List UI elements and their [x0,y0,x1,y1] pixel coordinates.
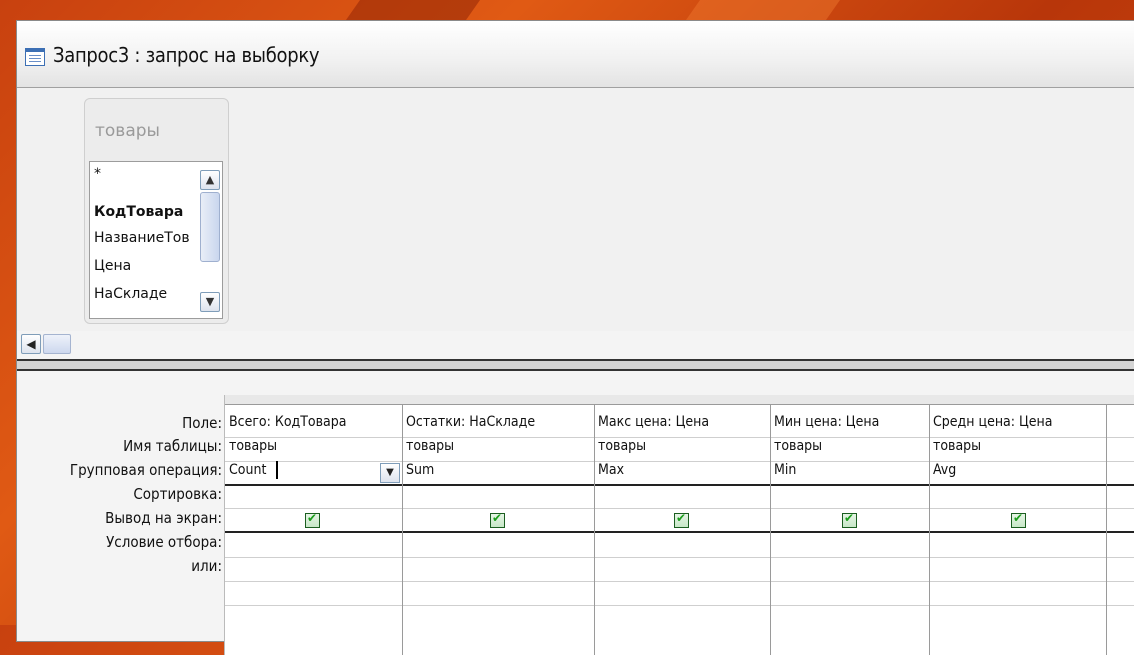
grid-column[interactable]: Мин цена: Цена товары Min [770,395,930,655]
table-cell[interactable]: товары [229,438,277,454]
group-cell[interactable]: Min [774,462,796,478]
field-cell[interactable]: Остатки: НаСкладе [406,414,535,430]
table-cell[interactable]: товары [598,438,646,454]
row-label-field: Поле: [182,414,222,432]
title-bar: Запрос3 : запрос на выборку [17,21,1134,88]
table-pane: товары * КодТовара НазваниеТов Цена НаСк… [17,88,1134,354]
row-label-sort: Сортировка: [133,485,222,503]
grid-column[interactable] [1106,395,1134,655]
grid-column[interactable]: Макс цена: Цена товары Max [594,395,771,655]
grid-column[interactable]: Остатки: НаСкладе товары Sum [402,395,595,655]
field-cell[interactable]: Средн цена: Цена [933,414,1053,430]
show-checkbox[interactable] [674,511,689,528]
table-name: товары [95,121,160,141]
field-item[interactable]: Цена [94,258,200,274]
column-selector[interactable] [1106,395,1134,405]
design-grid-pane: Поле: Имя таблицы: Групповая операция: С… [17,371,1134,655]
group-cell[interactable]: Avg [933,462,956,478]
row-label-table: Имя таблицы: [123,437,222,455]
grid-column[interactable]: Средн цена: Цена товары Avg [929,395,1107,655]
field-item[interactable]: * [94,166,200,182]
field-list-scrollbar[interactable]: ▲ ▼ [200,164,220,314]
scroll-thumb[interactable] [43,334,71,354]
group-cell[interactable]: Max [598,462,624,478]
column-selector[interactable] [929,395,1106,405]
group-cell[interactable]: Sum [406,462,434,478]
table-cell[interactable]: товары [406,438,454,454]
column-selector[interactable] [594,395,770,405]
field-cell[interactable]: Всего: КодТовара [229,414,347,430]
show-checkbox[interactable] [305,511,320,528]
horizontal-scrollbar[interactable]: ◀ [17,334,77,354]
query-window: Запрос3 : запрос на выборку товары * Код… [16,20,1134,655]
group-cell[interactable]: Count [229,462,266,478]
chevron-left-icon[interactable]: ◀ [21,334,41,354]
pane-splitter[interactable] [17,359,1134,371]
field-item[interactable]: НазваниеТов [94,230,200,246]
field-cell[interactable]: Макс цена: Цена [598,414,709,430]
row-label-or: или: [191,557,222,575]
table-field-list[interactable]: товары * КодТовара НазваниеТов Цена НаСк… [84,98,229,324]
window-title: Запрос3 : запрос на выборку [53,43,320,67]
field-item[interactable]: НаСкладе [94,286,200,302]
column-selector[interactable] [770,395,929,405]
show-checkbox[interactable] [842,511,857,528]
field-list[interactable]: * КодТовара НазваниеТов Цена НаСкладе ▲ … [89,161,223,319]
column-selector[interactable] [225,395,402,405]
chevron-down-icon[interactable]: ▼ [200,292,220,312]
chevron-up-icon[interactable]: ▲ [200,170,220,190]
query-icon [25,48,45,66]
text-caret [276,461,278,479]
show-checkbox[interactable] [1011,511,1026,528]
table-cell[interactable]: товары [933,438,981,454]
row-label-group: Групповая операция: [69,461,222,479]
row-label-criteria: Условие отбора: [106,533,222,551]
grid-column[interactable]: Всего: КодТовара товары Count ▼ [225,395,403,655]
scroll-thumb[interactable] [200,192,220,262]
row-label-show: Вывод на экран: [105,509,222,527]
chevron-down-icon[interactable]: ▼ [380,463,400,483]
table-cell[interactable]: товары [774,438,822,454]
field-cell[interactable]: Мин цена: Цена [774,414,879,430]
show-checkbox[interactable] [490,511,505,528]
field-item[interactable]: КодТовара [94,204,200,220]
column-selector[interactable] [402,395,594,405]
design-grid[interactable]: Всего: КодТовара товары Count ▼ Остатки:… [224,395,1134,655]
